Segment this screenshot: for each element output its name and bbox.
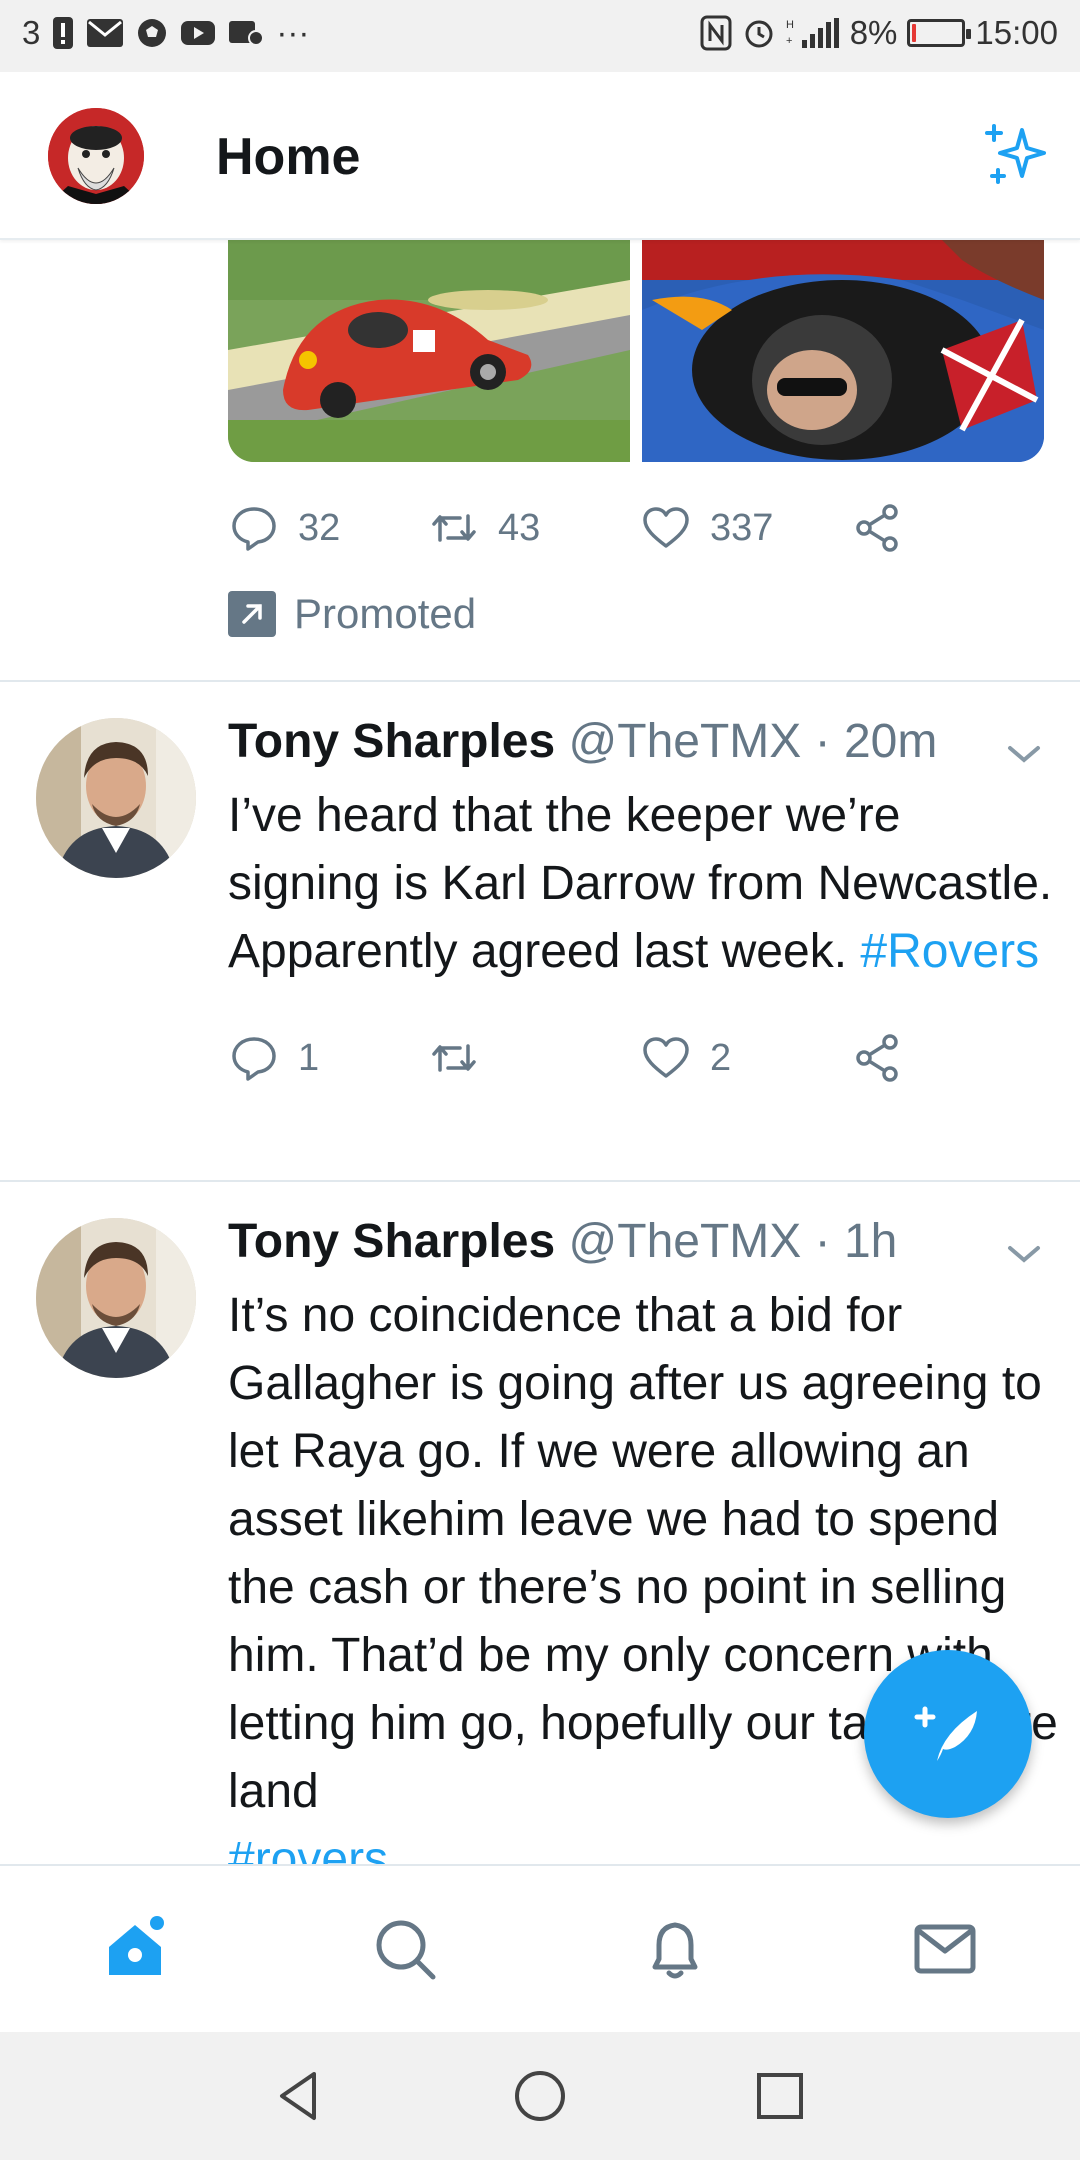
reply-button[interactable]: 1 bbox=[228, 1032, 428, 1084]
driver-image bbox=[642, 240, 1044, 462]
compose-feather-icon bbox=[914, 1706, 977, 1761]
alarm-icon bbox=[745, 20, 773, 48]
reply-count: 32 bbox=[298, 506, 341, 549]
chevron-down-icon[interactable] bbox=[1004, 740, 1044, 768]
retweet-button[interactable] bbox=[428, 1032, 640, 1084]
notifications-icon bbox=[652, 1922, 698, 1979]
reply-count: 1 bbox=[298, 1036, 320, 1079]
recents-icon[interactable] bbox=[750, 2066, 810, 2126]
share-icon bbox=[856, 504, 898, 552]
promoted-text: Promoted bbox=[294, 590, 477, 637]
promoted-icon bbox=[228, 591, 276, 637]
football-icon bbox=[138, 19, 167, 47]
nav-search[interactable] bbox=[270, 1866, 540, 2032]
nav-home[interactable] bbox=[0, 1866, 270, 2032]
like-button[interactable]: 2 bbox=[640, 1032, 852, 1084]
author-name[interactable]: Tony Sharples bbox=[228, 715, 555, 768]
top-app-bar: Home bbox=[0, 72, 1080, 240]
compose-tweet-button[interactable] bbox=[864, 1650, 1032, 1818]
avatar-image bbox=[36, 1218, 196, 1378]
share-button[interactable] bbox=[852, 502, 904, 554]
chevron-down-icon[interactable] bbox=[1004, 1240, 1044, 1268]
status-left-text: 3 bbox=[22, 14, 41, 51]
media-image-race-car[interactable] bbox=[228, 240, 630, 462]
reply-icon bbox=[232, 507, 276, 551]
home-circle-icon[interactable] bbox=[510, 2066, 570, 2126]
battery-percent: 8% bbox=[849, 14, 898, 51]
tweet-time: · 1h bbox=[814, 1215, 898, 1268]
tweet-text: I’ve heard that the keeper we’re signing… bbox=[228, 782, 1058, 986]
promoted-tweet-actions: 32 43 337 bbox=[228, 502, 904, 554]
profile-avatar[interactable] bbox=[48, 108, 144, 204]
avatar-image bbox=[36, 718, 196, 878]
reply-button[interactable]: 32 bbox=[228, 502, 428, 554]
tweet-header: Tony Sharples @TheTMX · 20m bbox=[228, 714, 937, 769]
nfc-icon bbox=[700, 15, 732, 51]
svg-text:H: H bbox=[786, 19, 794, 31]
tweet-header: Tony Sharples @TheTMX · 1h bbox=[228, 1214, 897, 1269]
status-bar: 3 ··· H + 8% 15:00 bbox=[0, 0, 1080, 72]
back-icon[interactable] bbox=[270, 2066, 330, 2126]
media-image-driver[interactable] bbox=[642, 240, 1044, 462]
tweet-media[interactable] bbox=[228, 240, 1044, 462]
bottom-navigation bbox=[0, 1864, 1080, 2032]
retweet-icon bbox=[432, 1044, 476, 1072]
tweet-time: · 20m bbox=[814, 715, 938, 768]
race-car-image bbox=[228, 240, 630, 462]
retweet-icon bbox=[432, 514, 476, 542]
share-button[interactable] bbox=[852, 1032, 904, 1084]
retweet-count: 43 bbox=[498, 506, 541, 549]
home-icon bbox=[109, 1916, 164, 1975]
author-name[interactable]: Tony Sharples bbox=[228, 1215, 555, 1268]
nav-messages[interactable] bbox=[810, 1866, 1080, 2032]
promoted-label: Promoted bbox=[228, 590, 476, 638]
photos-icon bbox=[229, 21, 265, 46]
heart-icon bbox=[643, 507, 689, 548]
mail-icon bbox=[87, 19, 124, 47]
notification-badge-icon bbox=[53, 17, 74, 49]
messages-icon bbox=[914, 1924, 976, 1974]
avatar[interactable] bbox=[36, 1218, 196, 1378]
page-title: Home bbox=[216, 128, 361, 186]
author-handle: @TheTMX bbox=[568, 715, 802, 768]
battery-icon bbox=[907, 19, 972, 47]
reply-icon bbox=[232, 1037, 276, 1081]
search-icon bbox=[376, 1920, 436, 1980]
svg-text:+: + bbox=[786, 35, 792, 47]
nav-notifications[interactable] bbox=[540, 1866, 810, 2032]
system-navigation-bar bbox=[0, 2032, 1080, 2160]
avatar[interactable] bbox=[36, 718, 196, 878]
share-icon bbox=[856, 1034, 898, 1082]
signal-icon: H+ bbox=[786, 18, 839, 48]
profile-avatar-image bbox=[48, 108, 144, 204]
like-button[interactable]: 337 bbox=[640, 502, 852, 554]
timeline-feed[interactable]: 32 43 337 Promoted Tony Sharples @TheTMX… bbox=[0, 240, 1080, 1864]
more-dots-icon: ··· bbox=[276, 14, 310, 51]
author-handle: @TheTMX bbox=[568, 1215, 802, 1268]
like-count: 2 bbox=[710, 1036, 732, 1079]
tweet-actions: 1 2 bbox=[228, 1032, 904, 1084]
like-count: 337 bbox=[710, 506, 774, 549]
hashtag-link[interactable]: #rovers bbox=[228, 1833, 388, 1864]
hashtag-link[interactable]: #Rovers bbox=[860, 925, 1039, 978]
tweet[interactable]: Tony Sharples @TheTMX · 20m I’ve heard t… bbox=[0, 682, 1080, 1122]
status-time: 15:00 bbox=[975, 14, 1058, 51]
youtube-icon bbox=[181, 21, 216, 45]
sparkle-icon[interactable] bbox=[980, 120, 1052, 192]
retweet-button[interactable]: 43 bbox=[428, 502, 640, 554]
heart-icon bbox=[643, 1037, 689, 1078]
